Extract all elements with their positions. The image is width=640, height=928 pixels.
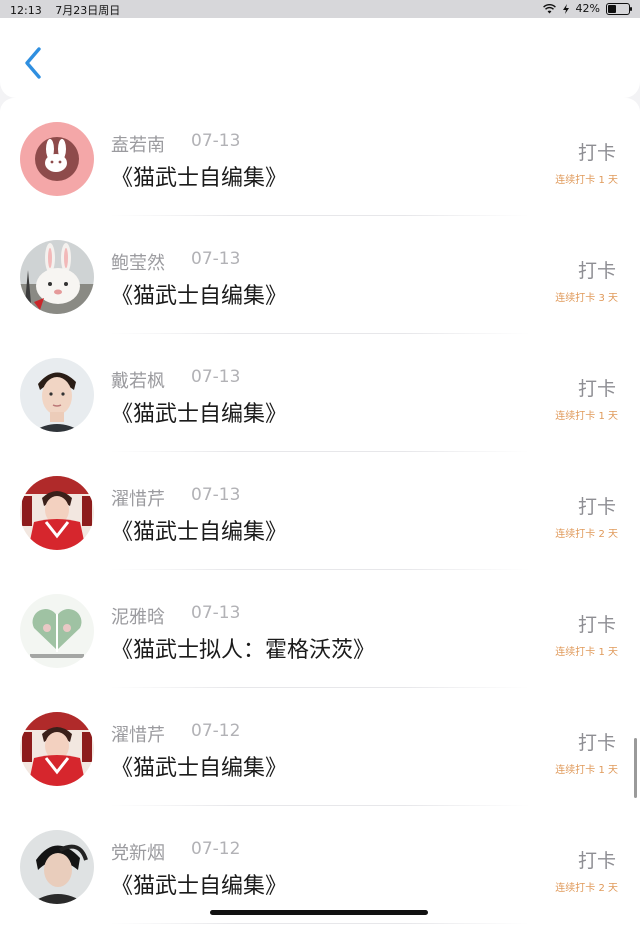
charging-bolt-icon xyxy=(562,3,569,14)
list-item[interactable]: 党新烟 07-12 《猫武士自编集》 打卡 连续打卡 2 天 xyxy=(0,806,640,924)
list-item[interactable]: 鲍莹然 07-13 《猫武士自编集》 打卡 连续打卡 3 天 xyxy=(0,216,640,334)
checkin-button[interactable]: 打卡 xyxy=(578,256,616,283)
list-item[interactable]: 盍若南 07-13 《猫武士自编集》 打卡 连续打卡 1 天 xyxy=(0,98,640,216)
book-title[interactable]: 《猫武士拟人：霍格沃茨》 xyxy=(111,632,375,664)
checkin-button[interactable]: 打卡 xyxy=(578,138,616,165)
post-date: 07-13 xyxy=(191,485,241,505)
scrollbar[interactable] xyxy=(634,738,637,798)
status-date: 7月23日周日 xyxy=(55,4,121,17)
avatar[interactable] xyxy=(20,712,94,786)
home-indicator[interactable] xyxy=(210,910,428,915)
battery-percent: 42% xyxy=(575,2,600,15)
streak-label: 连续打卡 2 天 xyxy=(555,883,618,894)
user-name: 党新烟 xyxy=(111,843,165,864)
user-name: 戴若枫 xyxy=(111,371,165,392)
streak-label: 连续打卡 1 天 xyxy=(555,765,618,776)
post-date: 07-13 xyxy=(191,367,241,387)
streak-label: 连续打卡 1 天 xyxy=(555,647,618,658)
user-name: 濯惜芹 xyxy=(111,489,165,510)
battery-icon xyxy=(606,2,632,15)
list-item[interactable]: 戴若枫 07-13 《猫武士自编集》 打卡 连续打卡 1 天 xyxy=(0,334,640,452)
navigation-bar xyxy=(0,18,640,98)
divider xyxy=(110,923,530,924)
avatar[interactable] xyxy=(20,830,94,904)
checkin-button[interactable]: 打卡 xyxy=(578,610,616,637)
post-date: 07-12 xyxy=(191,721,241,741)
streak-label: 连续打卡 3 天 xyxy=(555,293,618,304)
status-time: 12:13 xyxy=(10,4,42,17)
user-name: 鲍莹然 xyxy=(111,253,165,274)
post-date: 07-13 xyxy=(191,131,241,151)
avatar[interactable] xyxy=(20,476,94,550)
user-name: 濯惜芹 xyxy=(111,725,165,746)
avatar[interactable] xyxy=(20,358,94,432)
list-item[interactable]: 泥雅晗 07-13 《猫武士拟人：霍格沃茨》 打卡 连续打卡 1 天 xyxy=(0,570,640,688)
avatar[interactable] xyxy=(20,122,94,196)
checkin-button[interactable]: 打卡 xyxy=(578,728,616,755)
avatar[interactable] xyxy=(20,240,94,314)
book-title[interactable]: 《猫武士自编集》 xyxy=(111,278,287,310)
status-bar: 12:13 7月23日周日 42% xyxy=(0,0,640,18)
book-title[interactable]: 《猫武士自编集》 xyxy=(111,160,287,192)
streak-label: 连续打卡 1 天 xyxy=(555,411,618,422)
checkin-button[interactable]: 打卡 xyxy=(578,374,616,401)
book-title[interactable]: 《猫武士自编集》 xyxy=(111,514,287,546)
book-title[interactable]: 《猫武士自编集》 xyxy=(111,396,287,428)
chevron-left-icon[interactable] xyxy=(22,46,46,80)
user-name: 盍若南 xyxy=(111,135,165,156)
book-title[interactable]: 《猫武士自编集》 xyxy=(111,750,287,782)
post-date: 07-13 xyxy=(191,603,241,623)
list-item[interactable]: 濯惜芹 07-12 《猫武士自编集》 打卡 连续打卡 1 天 xyxy=(0,688,640,806)
user-name: 泥雅晗 xyxy=(111,607,165,628)
checkin-button[interactable]: 打卡 xyxy=(578,846,616,873)
list-item[interactable]: 濯惜芹 07-13 《猫武士自编集》 打卡 连续打卡 2 天 xyxy=(0,452,640,570)
streak-label: 连续打卡 1 天 xyxy=(555,175,618,186)
post-date: 07-12 xyxy=(191,839,241,859)
checkin-list: 盍若南 07-13 《猫武士自编集》 打卡 连续打卡 1 天 鲍莹然 07-13… xyxy=(0,98,640,928)
book-title[interactable]: 《猫武士自编集》 xyxy=(111,868,287,900)
wifi-icon xyxy=(542,3,556,13)
post-date: 07-13 xyxy=(191,249,241,269)
streak-label: 连续打卡 2 天 xyxy=(555,529,618,540)
avatar[interactable] xyxy=(20,594,94,668)
checkin-button[interactable]: 打卡 xyxy=(578,492,616,519)
